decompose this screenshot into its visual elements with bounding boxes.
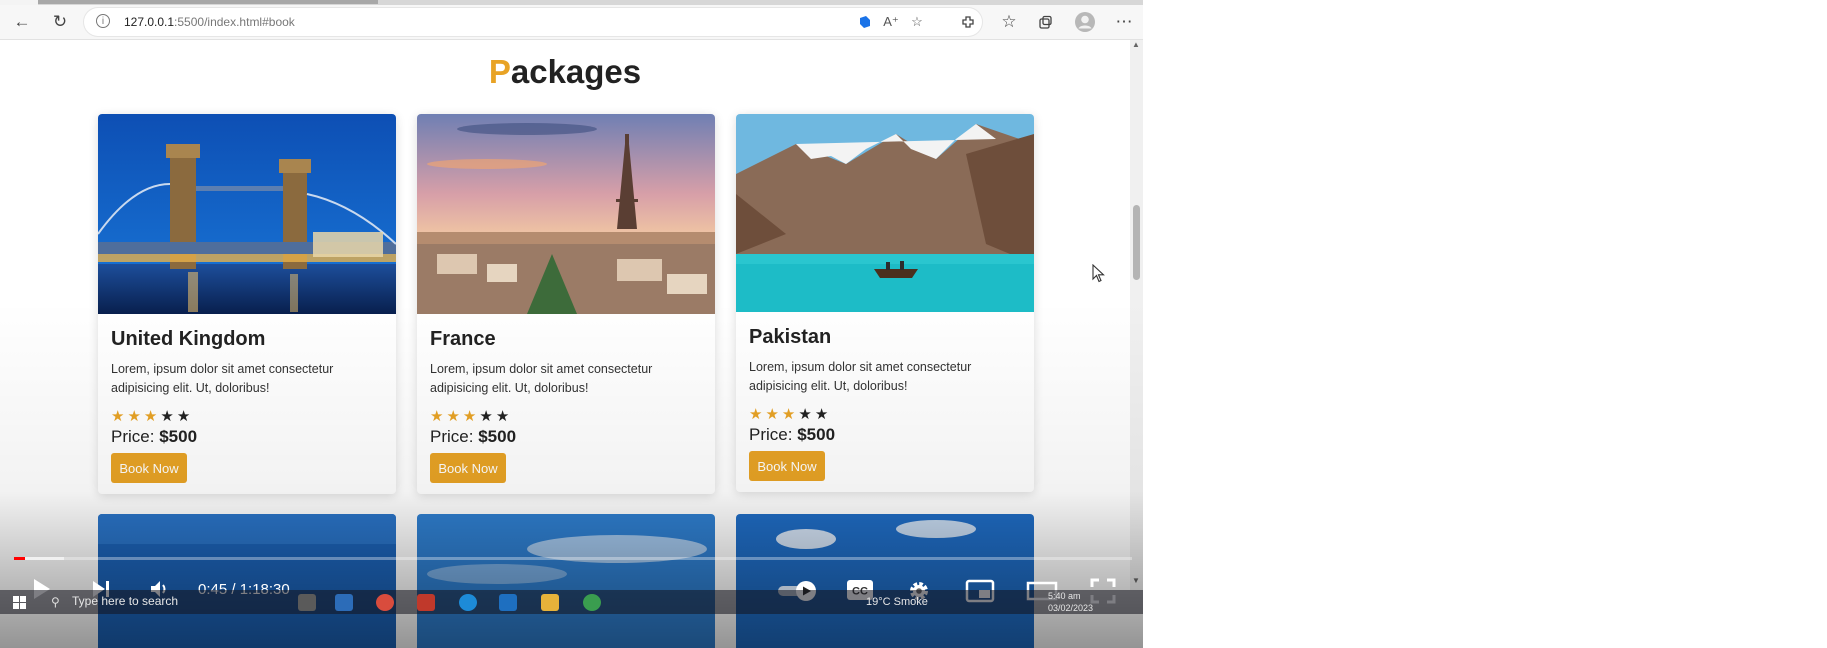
star-rating: ★★★★★ [430,407,512,425]
package-price: Price: $500 [749,425,835,445]
star-filled-icon: ★ [143,408,161,425]
scroll-down-icon[interactable]: ▼ [1132,576,1140,585]
vscode-icon[interactable] [499,594,517,611]
favorites-icon[interactable]: ☆ [995,8,1023,36]
task-view-icon[interactable] [298,594,316,611]
star-empty-icon: ★ [479,408,496,425]
mouse-cursor-icon [1092,263,1106,289]
refresh-icon[interactable]: ↻ [46,8,74,36]
progress-played [14,557,25,560]
price-label: Price: [749,425,793,444]
url-path: :5500/index.html#book [174,15,295,29]
video-progress-bar[interactable] [14,557,1132,560]
chrome-icon[interactable] [583,594,601,611]
star-rating: ★★★★★ [749,405,831,423]
address-bar[interactable]: i 127.0.0.1:5500/index.html#book A⁺ ☆ [84,8,982,36]
package-price: Price: $500 [111,427,197,447]
price-label: Price: [111,427,155,446]
package-description: Lorem, ipsum dolor sit amet consectetur … [749,360,972,393]
price-value: $500 [478,427,517,446]
windows-start-icon[interactable] [13,596,26,614]
book-now-button[interactable]: Book Now [430,453,506,483]
price-label: Price: [430,427,474,446]
price-value: $500 [159,427,198,446]
star-filled-icon: ★ [749,406,766,423]
scroll-up-icon[interactable]: ▲ [1132,40,1140,49]
more-options-icon[interactable]: ⋯ [1110,8,1138,36]
tracking-prevention-icon[interactable] [854,11,876,33]
browser-toolbar: ← ↻ i 127.0.0.1:5500/index.html#book A⁺ … [0,5,1143,40]
taskbar-search-icon: ⚲ [51,595,60,609]
file-explorer-icon[interactable] [541,594,559,611]
package-image-partial [417,514,715,648]
tab-indicator [38,0,378,4]
extensions-icon[interactable] [954,8,982,36]
star-filled-icon: ★ [111,408,128,425]
read-aloud-icon[interactable]: A⁺ [880,11,902,33]
chrome-icon[interactable] [376,594,394,611]
edge-icon[interactable] [459,594,477,611]
package-card-partial [417,514,715,648]
package-price: Price: $500 [430,427,516,447]
star-filled-icon: ★ [430,408,447,425]
heading-rest: ackages [510,53,642,90]
taskbar-search-input[interactable]: Type here to search [72,594,178,608]
mail-app-icon[interactable] [335,594,353,611]
address-url[interactable]: 127.0.0.1:5500/index.html#book [124,15,295,29]
package-card: United Kingdom Lorem, ipsum dolor sit am… [98,114,396,494]
star-empty-icon: ★ [798,406,815,423]
profile-avatar[interactable] [1071,8,1099,36]
package-name: Pakistan [749,326,832,348]
star-filled-icon: ★ [446,408,463,425]
collections-icon[interactable] [1031,8,1059,36]
screen: ← ↻ i 127.0.0.1:5500/index.html#book A⁺ … [0,0,1143,648]
star-filled-icon: ★ [462,408,480,425]
star-filled-icon: ★ [127,408,144,425]
weather-widget[interactable]: 19°C Smoke [866,596,928,608]
package-name: France [430,328,496,350]
package-card: France Lorem, ipsum dolor sit amet conse… [417,114,715,494]
package-description: Lorem, ipsum dolor sit amet consectetur … [111,362,334,395]
app-icon[interactable] [417,594,435,611]
clock-time: 5:40 am [1048,591,1081,601]
page-scrollbar[interactable]: ▲ ▼ [1130,40,1143,590]
star-filled-icon: ★ [781,406,799,423]
clock-date: 03/02/2023 [1048,603,1094,613]
star-empty-icon: ★ [160,408,177,425]
favorite-add-icon[interactable]: ☆ [906,11,928,33]
site-info-icon[interactable]: i [96,14,110,28]
package-name: United Kingdom [111,328,266,350]
book-now-button[interactable]: Book Now [111,453,187,483]
scrollbar-thumb[interactable] [1133,205,1140,280]
star-rating: ★★★★★ [111,407,193,425]
heading-first-letter: P [488,53,511,90]
star-filled-icon: ★ [765,406,782,423]
system-clock[interactable]: 5:40 am 03/02/2023 [1048,590,1093,614]
package-card: Pakistan Lorem, ipsum dolor sit amet con… [736,114,1034,492]
section-heading: Packages [0,53,1130,91]
url-host: 127.0.0.1 [124,15,175,29]
package-image-pakistan [736,114,1034,312]
package-image-france [417,114,715,314]
package-description: Lorem, ipsum dolor sit amet consectetur … [430,362,653,395]
star-empty-icon: ★ [814,406,832,423]
windows-taskbar: ⚲ Type here to search 19°C Smoke 5:40 am… [0,590,1143,614]
price-value: $500 [797,425,836,444]
back-icon[interactable]: ← [8,8,36,36]
package-image-united-kingdom [98,114,396,314]
star-empty-icon: ★ [495,408,513,425]
star-empty-icon: ★ [176,408,194,425]
book-now-button[interactable]: Book Now [749,451,825,481]
